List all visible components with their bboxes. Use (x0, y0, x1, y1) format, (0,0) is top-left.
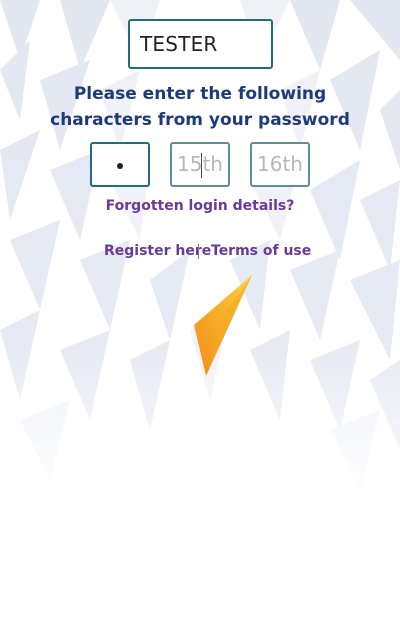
username-field[interactable]: TESTER (128, 19, 273, 69)
text-caret (201, 153, 202, 178)
link-separator (198, 244, 199, 259)
username-value: TESTER (140, 32, 218, 56)
password-prompt-line2: characters from your password (50, 110, 350, 130)
logo-icon (194, 275, 252, 376)
password-char-field-15th[interactable]: 15th (170, 142, 230, 187)
masked-char-dot (117, 162, 123, 169)
register-link[interactable]: Register here (104, 243, 211, 259)
password-char-placeholder-15th: 15th (177, 152, 223, 176)
terms-of-use-link[interactable]: Terms of use (211, 243, 311, 259)
password-prompt-line1: Please enter the following (73, 84, 327, 104)
password-char-field-16th[interactable]: 16th (250, 142, 310, 187)
password-char-placeholder-16th: 16th (257, 152, 303, 176)
password-char-field-1[interactable] (90, 142, 150, 187)
forgotten-login-link[interactable]: Forgotten login details? (0, 198, 400, 214)
